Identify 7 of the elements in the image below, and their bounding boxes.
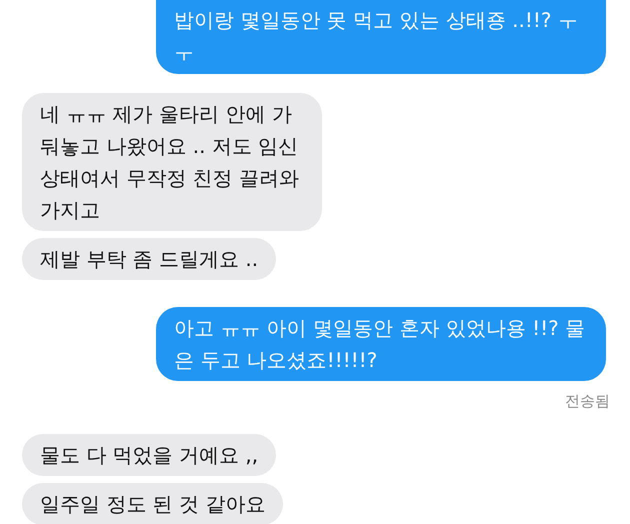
delivery-status: 전송됨	[565, 392, 610, 411]
received-message: 일주일 정도 된 것 같아요	[22, 483, 284, 524]
sent-message: 아고 ㅠㅠ 아이 몇일동안 혼자 있었나용 !!? 물은 두고 나오셨죠!!!!!?	[156, 307, 606, 381]
received-message: 물도 다 먹었을 거예요 ,,	[22, 434, 276, 476]
received-message: 네 ㅠㅠ 제가 울타리 안에 가둬놓고 나왔어요 .. 저도 임신 상태여서 무작정 친정 끌려와 가지고	[22, 93, 322, 231]
sent-message: 밥이랑 몇일동안 못 먹고 있는 상태죵 ..!!? ㅜㅜ	[156, 0, 606, 74]
received-message: 제발 부탁 좀 드릴게요 ..	[22, 238, 276, 280]
